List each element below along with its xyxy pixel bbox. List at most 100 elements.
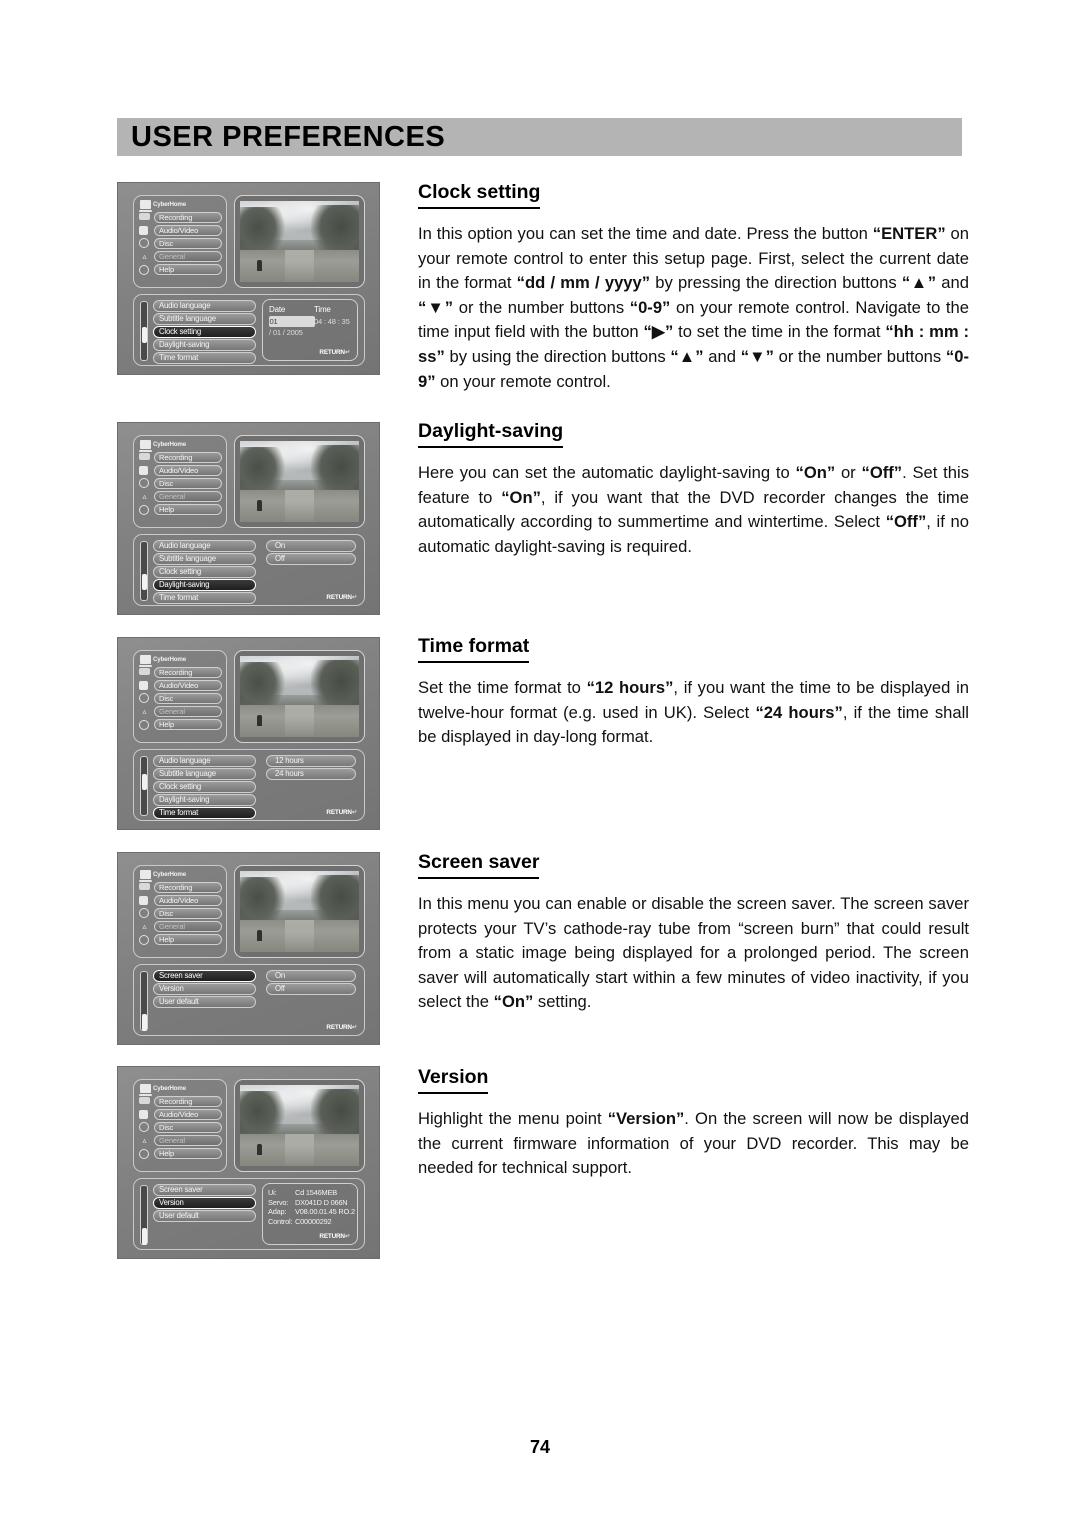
osd-nav-disc[interactable]: Disc [154,1122,222,1133]
osd-menu-item-subtitle-language[interactable]: Subtitle language [153,552,256,565]
osd-screenshot-screen-saver: CyberHome Recording Audio/Video Disc ▵ G… [117,852,380,1045]
osd-menu-item-clock-setting[interactable]: Clock setting [153,780,256,793]
osd-menu-item-subtitle-language[interactable]: Subtitle language [153,767,256,780]
osd-scrollbar[interactable] [140,756,148,816]
osd-option-24-hours[interactable]: 24 hours [266,768,356,780]
recorder-brand-icon [139,200,152,212]
osd-scrollbar-thumb[interactable] [141,574,148,590]
osd-option-off[interactable]: Off [266,553,356,565]
osd-nav-card: CyberHome Recording Audio/Video Disc ▵ G… [133,650,227,743]
osd-menu-item-version[interactable]: Version [153,1196,256,1209]
osd-menu-item-subtitle-language[interactable]: Subtitle language [153,312,256,325]
recorder-icon [139,453,150,460]
osd-menu-item-screen-saver[interactable]: Screen saver [153,970,256,982]
osd-nav-disc[interactable]: Disc [154,693,222,704]
osd-menu-item-audio-language[interactable]: Audio language [153,755,256,767]
osd-menu-item-version[interactable]: Version [153,982,256,995]
osd-nav-help[interactable]: Help [154,264,222,275]
osd-nav-help[interactable]: Help [154,719,222,730]
osd-option-on[interactable]: On [266,540,356,552]
osd-menu-list: Audio language Subtitle language Clock s… [153,755,256,820]
osd-date-value[interactable]: 01 / 01 / 2005 [269,316,315,338]
osd-scrollbar[interactable] [140,541,148,601]
osd-menu-list: Screen saver Version User default [153,1184,256,1223]
osd-menu-item-audio-language[interactable]: Audio language [153,300,256,312]
osd-nav-general[interactable]: General [154,706,222,717]
osd-menu-item-daylight-saving[interactable]: Daylight-saving [153,578,256,591]
recorder-icon [139,883,150,890]
osd-nav-general[interactable]: General [154,1135,222,1146]
osd-return-badge[interactable]: RETURN↵ [319,348,350,356]
osd-scrollbar-thumb[interactable] [141,774,148,790]
osd-nav-audio-video[interactable]: Audio/Video [154,680,222,691]
osd-menu-item-user-default[interactable]: User default [153,1209,256,1222]
osd-settings-panel: Screen saver Version User default Ui: Cd… [133,1178,365,1250]
osd-menu-item-daylight-saving[interactable]: Daylight-saving [153,793,256,806]
osd-nav-recording[interactable]: Recording [154,452,222,463]
monitor-icon [139,896,148,905]
osd-nav-recording[interactable]: Recording [154,882,222,893]
osd-col-date: Date [269,305,286,314]
preview-image-tree-avenue [240,656,359,737]
recorder-brand-icon [139,655,152,667]
preview-image-tree-avenue [240,871,359,952]
osd-video-preview [234,1079,365,1172]
osd-time-value[interactable]: 04 : 48 : 35 [314,316,350,338]
osd-menu-item-audio-language[interactable]: Audio language [153,540,256,552]
osd-nav-general[interactable]: General [154,251,222,262]
recorder-brand-icon [139,870,152,882]
osd-return-badge[interactable]: RETURN↵ [326,593,357,601]
tool-icon: ▵ [142,922,147,931]
osd-menu-item-time-format[interactable]: Time format [153,806,256,819]
osd-menu-item-clock-setting[interactable]: Clock setting [153,325,256,338]
osd-nav-recording[interactable]: Recording [154,667,222,678]
osd-nav-audio-video[interactable]: Audio/Video [154,1109,222,1120]
osd-nav-audio-video[interactable]: Audio/Video [154,465,222,476]
osd-date-day[interactable]: 01 [269,316,315,327]
osd-nav-general[interactable]: General [154,921,222,932]
osd-top-row: CyberHome Recording Audio/Video Disc ▵ G… [133,1079,365,1173]
osd-scrollbar-thumb[interactable] [141,327,148,343]
osd-return-badge[interactable]: RETURN↵ [319,1232,350,1240]
osd-version-key-servo: Servo: [268,1197,289,1207]
osd-nav-disc[interactable]: Disc [154,908,222,919]
osd-scrollbar-thumb[interactable] [141,1014,148,1031]
osd-scrollbar[interactable] [140,301,148,361]
osd-menu-item-time-format[interactable]: Time format [153,351,256,364]
osd-nav-audio-video[interactable]: Audio/Video [154,225,222,236]
osd-nav-general[interactable]: General [154,491,222,502]
osd-brand: CyberHome [139,870,186,882]
osd-nav-recording[interactable]: Recording [154,212,222,223]
osd-option-on[interactable]: On [266,970,356,982]
heading-clock-setting: Clock setting [418,181,541,209]
osd-nav-help[interactable]: Help [154,934,222,945]
heading-screen-saver: Screen saver [418,851,540,879]
osd-menu-item-screen-saver[interactable]: Screen saver [153,1184,256,1196]
osd-return-badge[interactable]: RETURN↵ [326,808,357,816]
osd-version-info-box: Ui: Cd 1546MEB Servo: DX041D D 066N Adap… [262,1183,358,1245]
osd-menu-item-daylight-saving[interactable]: Daylight-saving [153,338,256,351]
preview-person [256,929,262,941]
osd-nav-recording[interactable]: Recording [154,1096,222,1107]
osd-menu-item-time-format[interactable]: Time format [153,591,256,604]
monitor-icon [139,226,148,235]
osd-nav-audio-video[interactable]: Audio/Video [154,895,222,906]
osd-nav-disc[interactable]: Disc [154,478,222,489]
osd-nav-help[interactable]: Help [154,504,222,515]
recorder-icon [139,1097,150,1104]
osd-video-preview [234,865,365,958]
osd-settings-panel: Audio language Subtitle language Clock s… [133,294,365,366]
osd-nav-help[interactable]: Help [154,1148,222,1159]
osd-menu-item-clock-setting[interactable]: Clock setting [153,565,256,578]
osd-option-off[interactable]: Off [266,983,356,995]
osd-scrollbar[interactable] [140,971,148,1031]
osd-option-12-hours[interactable]: 12 hours [266,755,356,767]
osd-brand-label: CyberHome [153,656,186,663]
osd-menu-item-user-default[interactable]: User default [153,995,256,1008]
osd-scrollbar-thumb[interactable] [141,1228,148,1245]
osd-return-badge[interactable]: RETURN↵ [326,1023,357,1031]
osd-scrollbar[interactable] [140,1185,148,1245]
body-daylight-saving: Here you can set the automatic daylight-… [418,463,970,556]
heading-daylight-saving: Daylight-saving [418,420,564,448]
osd-nav-disc[interactable]: Disc [154,238,222,249]
